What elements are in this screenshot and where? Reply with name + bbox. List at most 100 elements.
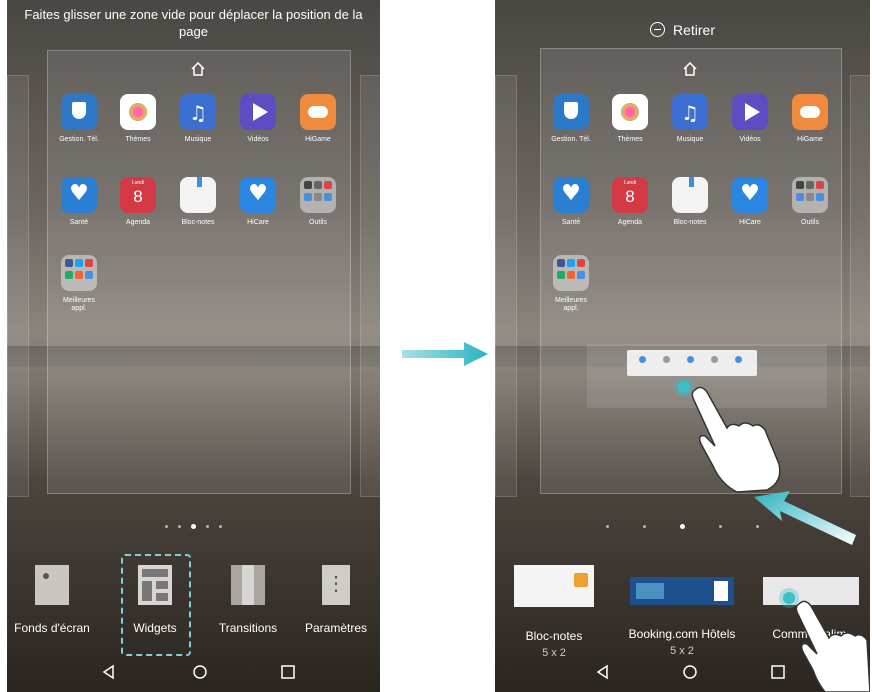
agenda-date: 8 [625, 187, 635, 206]
notepad-icon [180, 177, 216, 213]
wallpapers-button[interactable]: Fonds d'écran [7, 565, 97, 635]
hand-pointer-icon [691, 386, 781, 493]
nav-bar [495, 654, 870, 692]
widget-name: Booking.com Hôtels [628, 627, 736, 641]
heart-icon [61, 177, 97, 213]
play-icon [732, 94, 768, 130]
tool-label: Transitions [218, 621, 278, 635]
folder-icon [61, 255, 97, 291]
home-circle-icon[interactable] [682, 664, 698, 680]
widget-thumbnail [630, 577, 734, 605]
back-icon[interactable] [101, 664, 117, 680]
touch-point [678, 381, 690, 393]
calendar-icon: Lundi 8 [120, 177, 156, 213]
recents-icon[interactable] [770, 664, 786, 680]
app-agenda[interactable]: Lundi 8 Agenda [114, 177, 162, 227]
widget-booking[interactable]: Booking.com Hôtels 5 x 2 [627, 565, 737, 657]
agenda-day: Lundi [623, 180, 637, 186]
app-sante[interactable]: Santé [55, 177, 103, 227]
transitions-button[interactable]: Transitions [203, 565, 293, 635]
app-label: Agenda [617, 219, 643, 226]
arrow-right-icon [402, 342, 488, 366]
remove-label: Retirer [672, 22, 715, 38]
tool-label: Paramètres [304, 621, 368, 635]
app-label: Agenda [125, 219, 151, 226]
app-videos[interactable]: Vidéos [234, 94, 282, 144]
nav-bar [7, 654, 380, 692]
app-label: Outils [309, 219, 327, 226]
widget-bloc-notes[interactable]: Bloc-notes 5 x 2 [510, 565, 598, 659]
shield-icon [553, 94, 589, 130]
app-meilleures-appl[interactable]: Meilleures appl. [547, 255, 595, 313]
transitions-icon [231, 565, 265, 605]
hint-text: Faites glisser une zone vide pour déplac… [24, 7, 363, 39]
remove-circle-icon [649, 22, 665, 37]
next-page-preview[interactable] [850, 75, 870, 497]
app-outils[interactable]: Outils [786, 177, 834, 227]
toggle-widget-preview[interactable] [627, 350, 757, 376]
bluetooth-icon [663, 356, 670, 363]
app-label: Vidéos [739, 136, 761, 143]
settings-button[interactable]: Paramètres [291, 565, 380, 635]
app-label: HiGame [305, 136, 331, 143]
brightness-icon [735, 356, 742, 363]
widget-thumbnail [514, 565, 594, 607]
app-bloc-notes[interactable]: Bloc-notes [666, 177, 714, 227]
app-label: Santé [561, 219, 581, 226]
app-themes[interactable]: Thèmes [606, 94, 654, 144]
app-label: Outils [801, 219, 819, 226]
gamepad-icon [300, 94, 336, 130]
home-page-icon[interactable] [191, 61, 205, 76]
app-label: HiCare [739, 219, 761, 226]
prev-page-preview[interactable] [7, 75, 29, 497]
recents-icon[interactable] [280, 664, 296, 680]
app-label: Gestion. Tél. [551, 136, 591, 143]
touch-point [783, 592, 795, 604]
app-label: Bloc-notes [673, 219, 707, 226]
left-screen: Faites glisser une zone vide pour déplac… [7, 0, 380, 692]
agenda-day: Lundi [131, 180, 145, 186]
remove-page-button[interactable]: Retirer [495, 22, 870, 38]
heart-hand-icon [240, 177, 276, 213]
gamepad-icon [792, 94, 828, 130]
shield-icon [61, 94, 97, 130]
app-higame[interactable]: HiGame [786, 94, 834, 144]
back-icon[interactable] [595, 664, 611, 680]
app-label: Bloc-notes [181, 219, 215, 226]
app-label: Meilleures appl. [63, 297, 95, 312]
folder-icon [300, 177, 336, 213]
app-hicare[interactable]: HiCare [726, 177, 774, 227]
app-sante[interactable]: Santé [547, 177, 595, 227]
app-meilleures-appl[interactable]: Meilleures appl. [55, 255, 103, 313]
music-note-icon [672, 94, 708, 130]
rotation-icon [711, 356, 718, 363]
play-icon [240, 94, 276, 130]
app-bloc-notes[interactable]: Bloc-notes [174, 177, 222, 227]
heart-icon [553, 177, 589, 213]
next-page-preview[interactable] [360, 75, 380, 497]
app-label: Santé [69, 219, 89, 226]
home-circle-icon[interactable] [192, 664, 208, 680]
app-label: HiCare [247, 219, 269, 226]
app-higame[interactable]: HiGame [294, 94, 342, 144]
folder-icon [792, 177, 828, 213]
app-hicare[interactable]: HiCare [234, 177, 282, 227]
app-videos[interactable]: Vidéos [726, 94, 774, 144]
page-indicator [7, 518, 380, 536]
app-agenda[interactable]: Lundi 8 Agenda [606, 177, 654, 227]
widget-name: Bloc-notes [525, 629, 583, 643]
app-themes[interactable]: Thèmes [114, 94, 162, 144]
app-gestion-tel[interactable]: Gestion. Tél. [55, 94, 103, 144]
app-label: Thèmes [125, 136, 151, 143]
prev-page-preview[interactable] [495, 75, 517, 497]
calendar-icon: Lundi 8 [612, 177, 648, 213]
wallpaper-icon [35, 565, 69, 605]
wifi-icon [639, 356, 646, 363]
agenda-date: 8 [133, 187, 143, 206]
app-label: Gestion. Tél. [59, 136, 99, 143]
app-gestion-tel[interactable]: Gestion. Tél. [547, 94, 595, 144]
app-outils[interactable]: Outils [294, 177, 342, 227]
app-musique[interactable]: Musique [666, 94, 714, 144]
app-musique[interactable]: Musique [174, 94, 222, 144]
home-page-icon[interactable] [683, 61, 697, 76]
